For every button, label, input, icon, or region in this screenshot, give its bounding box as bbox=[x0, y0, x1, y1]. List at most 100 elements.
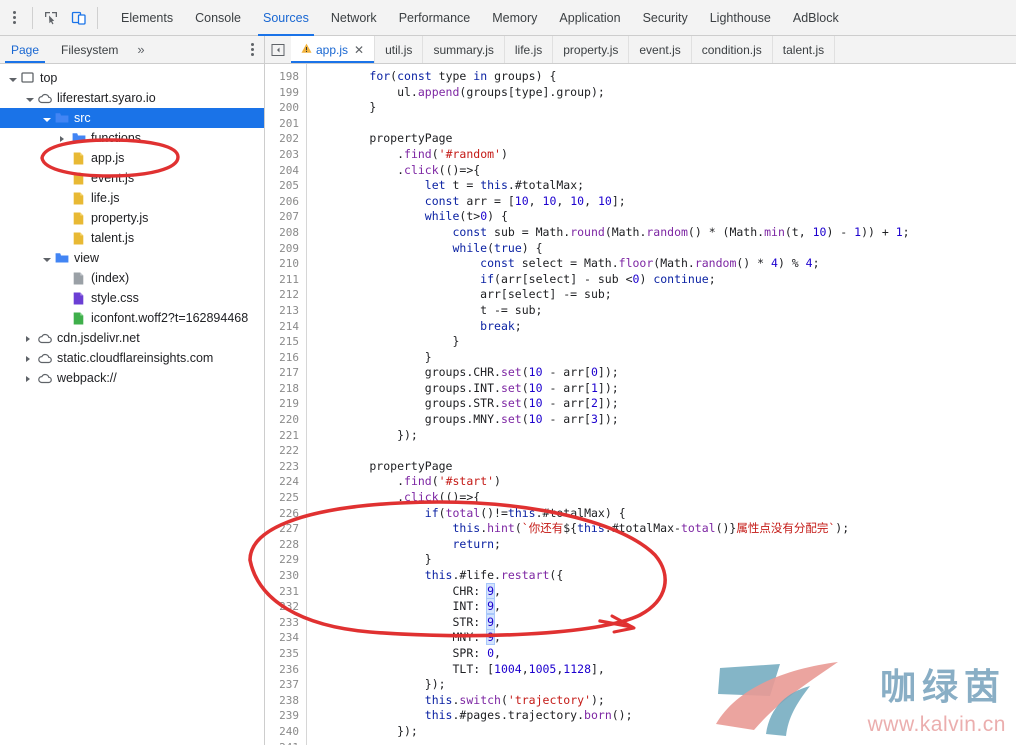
tree-item-webpack[interactable]: webpack:// bbox=[0, 368, 264, 388]
line-number[interactable]: 237 bbox=[265, 677, 299, 693]
code-line[interactable]: const sub = Math.round(Math.random() * (… bbox=[314, 225, 1016, 241]
code-line[interactable]: STR: 9, bbox=[314, 613, 1016, 631]
code-content[interactable]: for(const type in groups) { ul.append(gr… bbox=[307, 64, 1016, 745]
code-line[interactable]: if(total()!=this.#totalMax) { bbox=[314, 506, 1016, 522]
file-tab-condition-js[interactable]: condition.js bbox=[691, 36, 773, 63]
line-number[interactable]: 225 bbox=[265, 490, 299, 506]
code-line[interactable]: }); bbox=[314, 677, 1016, 693]
line-number[interactable]: 236 bbox=[265, 662, 299, 678]
code-line[interactable]: }); bbox=[314, 724, 1016, 740]
code-line[interactable]: this.hint(`你还有${this.#totalMax-total()}属… bbox=[314, 521, 1016, 537]
code-line[interactable]: while(t>0) { bbox=[314, 209, 1016, 225]
line-number[interactable]: 198 bbox=[265, 69, 299, 85]
code-line[interactable]: arr[select] -= sub; bbox=[314, 287, 1016, 303]
line-number[interactable]: 200 bbox=[265, 100, 299, 116]
code-line[interactable]: let t = this.#totalMax; bbox=[314, 178, 1016, 194]
line-number[interactable]: 222 bbox=[265, 443, 299, 459]
line-number[interactable]: 235 bbox=[265, 646, 299, 662]
code-line[interactable]: return; bbox=[314, 537, 1016, 553]
chevron-right-icon[interactable] bbox=[57, 131, 71, 145]
inspect-element-icon[interactable] bbox=[37, 5, 65, 31]
code-line[interactable] bbox=[314, 740, 1016, 745]
file-tree[interactable]: top liferestart.syaro.io src functions app.j… bbox=[0, 64, 264, 745]
line-number[interactable]: 233 bbox=[265, 615, 299, 631]
code-line[interactable]: .click(()=>{ bbox=[314, 490, 1016, 506]
line-number[interactable]: 227 bbox=[265, 521, 299, 537]
code-line[interactable]: } bbox=[314, 350, 1016, 366]
line-number[interactable]: 238 bbox=[265, 693, 299, 709]
code-line[interactable]: SPR: 0, bbox=[314, 646, 1016, 662]
tree-item-property-js[interactable]: property.js bbox=[0, 208, 264, 228]
tab-performance[interactable]: Performance bbox=[388, 0, 482, 36]
file-tab-util-js[interactable]: util.js bbox=[375, 36, 424, 63]
code-line[interactable] bbox=[314, 116, 1016, 132]
navigator-tab-filesystem[interactable]: Filesystem bbox=[50, 36, 129, 63]
line-number[interactable]: 220 bbox=[265, 412, 299, 428]
navigator-menu-button[interactable] bbox=[240, 36, 264, 63]
code-line[interactable]: propertyPage bbox=[314, 459, 1016, 475]
code-line[interactable]: .click(()=>{ bbox=[314, 163, 1016, 179]
tree-item-index[interactable]: (index) bbox=[0, 268, 264, 288]
device-toolbar-icon[interactable] bbox=[65, 5, 93, 31]
tab-console[interactable]: Console bbox=[184, 0, 252, 36]
code-line[interactable]: if(arr[select] - sub <0) continue; bbox=[314, 272, 1016, 288]
tree-item-functions[interactable]: functions bbox=[0, 128, 264, 148]
code-line[interactable]: } bbox=[314, 552, 1016, 568]
close-icon[interactable]: ✕ bbox=[354, 43, 364, 57]
line-number[interactable]: 228 bbox=[265, 537, 299, 553]
code-line[interactable]: propertyPage bbox=[314, 131, 1016, 147]
tree-item-style-css[interactable]: style.css bbox=[0, 288, 264, 308]
code-line[interactable]: this.switch('trajectory'); bbox=[314, 693, 1016, 709]
code-line[interactable]: } bbox=[314, 334, 1016, 350]
line-number[interactable]: 239 bbox=[265, 708, 299, 724]
chevron-down-icon[interactable] bbox=[40, 111, 54, 125]
chevron-down-icon[interactable] bbox=[23, 91, 37, 105]
line-number[interactable]: 232 bbox=[265, 599, 299, 615]
tab-application[interactable]: Application bbox=[548, 0, 631, 36]
code-line[interactable]: }); bbox=[314, 428, 1016, 444]
tree-item-app-js[interactable]: app.js bbox=[0, 148, 264, 168]
code-line[interactable]: .find('#random') bbox=[314, 147, 1016, 163]
chevron-right-icon[interactable] bbox=[23, 331, 37, 345]
tab-network[interactable]: Network bbox=[320, 0, 388, 36]
line-number[interactable]: 204 bbox=[265, 163, 299, 179]
code-line[interactable]: ul.append(groups[type].group); bbox=[314, 85, 1016, 101]
line-number[interactable]: 214 bbox=[265, 319, 299, 335]
tab-security[interactable]: Security bbox=[632, 0, 699, 36]
code-line[interactable]: this.#pages.trajectory.born(); bbox=[314, 708, 1016, 724]
tab-memory[interactable]: Memory bbox=[481, 0, 548, 36]
chevron-right-icon[interactable] bbox=[23, 371, 37, 385]
tree-item-view[interactable]: view bbox=[0, 248, 264, 268]
line-number[interactable]: 213 bbox=[265, 303, 299, 319]
file-tab-event-js[interactable]: event.js bbox=[629, 36, 692, 63]
chevron-down-icon[interactable] bbox=[6, 71, 20, 85]
line-number[interactable]: 201 bbox=[265, 116, 299, 132]
file-tab-summary-js[interactable]: summary.js bbox=[423, 36, 505, 63]
code-line[interactable]: const arr = [10, 10, 10, 10]; bbox=[314, 194, 1016, 210]
line-number[interactable]: 224 bbox=[265, 474, 299, 490]
devtools-main-menu-button[interactable] bbox=[0, 0, 28, 36]
code-line[interactable]: groups.MNY.set(10 - arr[3]); bbox=[314, 412, 1016, 428]
line-number[interactable]: 205 bbox=[265, 178, 299, 194]
tree-item-src[interactable]: src bbox=[0, 108, 264, 128]
tree-item-iconfont-woff2-t-162894468[interactable]: iconfont.woff2?t=162894468 bbox=[0, 308, 264, 328]
chevron-right-icon[interactable] bbox=[23, 351, 37, 365]
file-tab-talent-js[interactable]: talent.js bbox=[772, 36, 836, 63]
tree-item-static-cloudflareinsights-com[interactable]: static.cloudflareinsights.com bbox=[0, 348, 264, 368]
tab-elements[interactable]: Elements bbox=[110, 0, 184, 36]
tree-item-life-js[interactable]: life.js bbox=[0, 188, 264, 208]
line-number[interactable]: 202 bbox=[265, 131, 299, 147]
line-number[interactable]: 212 bbox=[265, 287, 299, 303]
code-line[interactable] bbox=[314, 443, 1016, 459]
tab-lighthouse[interactable]: Lighthouse bbox=[699, 0, 782, 36]
code-line[interactable]: .find('#start') bbox=[314, 474, 1016, 490]
line-number[interactable]: 219 bbox=[265, 396, 299, 412]
tab-sources[interactable]: Sources bbox=[252, 0, 320, 36]
line-number[interactable]: 215 bbox=[265, 334, 299, 350]
file-tab-app-js[interactable]: app.js ✕ bbox=[291, 36, 376, 63]
tree-item-event-js[interactable]: event.js bbox=[0, 168, 264, 188]
line-number[interactable]: 223 bbox=[265, 459, 299, 475]
code-line[interactable]: break; bbox=[314, 319, 1016, 335]
tree-item-top[interactable]: top bbox=[0, 68, 264, 88]
line-number[interactable]: 231 bbox=[265, 584, 299, 600]
